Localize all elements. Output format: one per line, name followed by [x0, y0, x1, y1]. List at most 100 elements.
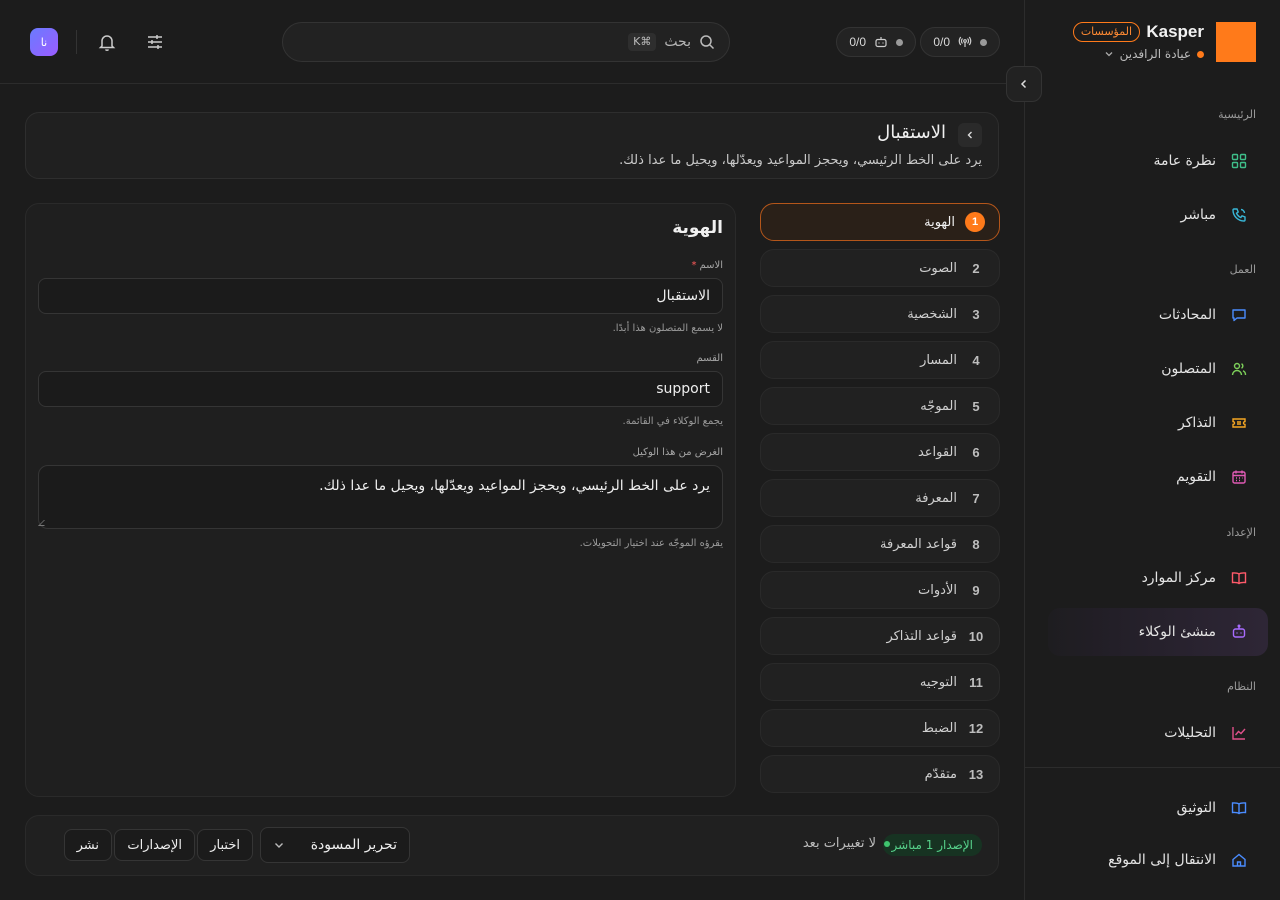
- name-field[interactable]: الاستقبال: [38, 278, 723, 314]
- step-prompt[interactable]: 5 الموجّه: [760, 387, 1000, 425]
- live-calls-stat[interactable]: 0/0: [920, 27, 1000, 57]
- department-field[interactable]: support: [38, 371, 723, 407]
- sidebar-item-resources[interactable]: مركز الموارد: [1048, 554, 1268, 602]
- step-number: 13: [968, 766, 984, 782]
- nav-section-setup: الإعداد: [1226, 526, 1256, 539]
- chevron-right-icon: [965, 130, 975, 140]
- search-shortcut: ⌘K: [628, 33, 657, 51]
- draft-select[interactable]: تحرير المسودة: [260, 827, 410, 863]
- sidebar-item-conversations[interactable]: المحادثات: [1048, 291, 1268, 339]
- step-label: القواعد: [917, 444, 957, 460]
- home-icon: [1230, 851, 1248, 869]
- step-ticket-rules[interactable]: 10 قواعد التذاكر: [760, 617, 1000, 655]
- step-tuning[interactable]: 12 الضبط: [760, 709, 1000, 747]
- sidebar-item-label: التوثيق: [1176, 800, 1216, 816]
- step-label: الهوية: [924, 214, 955, 230]
- sidebar-item-go-to-site[interactable]: الانتقال إلى الموقع: [1048, 836, 1268, 884]
- status-dot: [896, 38, 903, 46]
- step-number: 10: [968, 628, 984, 644]
- users-icon: [1230, 360, 1248, 378]
- back-button[interactable]: [958, 123, 982, 147]
- sidebar-item-label: مباشر: [1180, 207, 1216, 223]
- page-title: الاستقبال: [877, 122, 946, 143]
- sidebar-item-docs[interactable]: التوثيق: [1048, 784, 1268, 832]
- draft-select-value: تحرير المسودة: [310, 837, 397, 853]
- sidebar-item-overview[interactable]: نظرة عامة: [1048, 137, 1268, 185]
- versions-button[interactable]: الإصدارات: [114, 829, 195, 861]
- sidebar-item-tickets[interactable]: التذاكر: [1048, 399, 1268, 447]
- step-label: الأدوات: [918, 582, 957, 598]
- notifications-button[interactable]: [95, 30, 119, 54]
- sidebar-item-label: المحادثات: [1158, 307, 1216, 323]
- avatar[interactable]: نا: [30, 28, 58, 56]
- step-number: 6: [972, 444, 980, 460]
- publish-button[interactable]: نشر: [63, 829, 112, 861]
- purpose-textarea[interactable]: يرد على الخط الرئيسي، ويحجز المواعيد ويع…: [38, 465, 723, 529]
- bell-icon: [97, 32, 117, 52]
- step-routing[interactable]: 11 التوجيه: [760, 663, 1000, 701]
- step-number: 12: [968, 720, 984, 736]
- broadcast-icon: [958, 35, 972, 49]
- step-number: 3: [972, 306, 980, 322]
- sidebar-item-label: نظرة عامة: [1153, 153, 1216, 169]
- chat-icon: [1230, 306, 1248, 324]
- stat-value: 0/0: [933, 35, 950, 49]
- sidebar: Kasper المؤسسات عيادة الرافدين الرئيسية …: [1006, 0, 1280, 900]
- sidebar-item-label: مركز الموارد: [1141, 570, 1216, 586]
- chevron-left-icon: [1018, 78, 1030, 90]
- sidebar-item-label: منشئ الوكلاء: [1138, 624, 1216, 640]
- search-icon: [699, 34, 715, 50]
- department-help: يجمع الوكلاء في القائمة.: [622, 416, 723, 427]
- sidebar-item-label: المتصلون: [1161, 361, 1216, 377]
- org-switcher[interactable]: عيادة الرافدين: [1104, 47, 1204, 61]
- chart-icon: [1230, 724, 1248, 742]
- status-text: لا تغييرات بعد: [802, 836, 876, 851]
- section-title: الهوية: [672, 218, 723, 238]
- step-number: 7: [972, 490, 980, 506]
- nav-section-work: العمل: [1229, 263, 1256, 276]
- step-tools[interactable]: 9 الأدوات: [760, 571, 1000, 609]
- step-number: 5: [972, 398, 980, 414]
- step-knowledge-bases[interactable]: 8 قواعد المعرفة: [760, 525, 1000, 563]
- resize-handle[interactable]: [38, 520, 50, 526]
- sidebar-item-calendar[interactable]: التقويم: [1048, 453, 1268, 501]
- step-label: التوجيه: [919, 674, 957, 690]
- publish-bar: الإصدار 1 مباشر لا تغييرات بعد تحرير الم…: [25, 815, 999, 876]
- stat-value: 0/0: [849, 35, 866, 49]
- step-persona[interactable]: 3 الشخصية: [760, 295, 1000, 333]
- step-number: 1: [965, 212, 985, 232]
- sidebar-collapse-button[interactable]: [1006, 66, 1042, 102]
- agent-header: الاستقبال يرد على الخط الرئيسي، ويحجز ال…: [25, 112, 999, 179]
- name-help: لا يسمع المتصلون هذا أبدًا.: [612, 323, 723, 334]
- org-status-dot: [1197, 50, 1204, 58]
- book-icon: [1230, 569, 1248, 587]
- step-path[interactable]: 4 المسار: [760, 341, 1000, 379]
- step-rules[interactable]: 6 القواعد: [760, 433, 1000, 471]
- step-number: 4: [972, 352, 980, 368]
- step-number: 11: [969, 674, 983, 690]
- step-advanced[interactable]: 13 متقدّم: [760, 755, 1000, 793]
- org-name: عيادة الرافدين: [1119, 47, 1191, 61]
- docs-icon: [1230, 799, 1248, 817]
- agents-stat[interactable]: 0/0: [836, 27, 916, 57]
- search-placeholder: بحث: [664, 34, 691, 50]
- page-description: يرد على الخط الرئيسي، ويحجز المواعيد ويع…: [619, 153, 982, 168]
- topbar-divider: [76, 30, 77, 54]
- sidebar-item-callers[interactable]: المتصلون: [1048, 345, 1268, 393]
- sidebar-item-label: التذاكر: [1177, 415, 1216, 431]
- step-identity[interactable]: 1 الهوية: [760, 203, 1000, 241]
- purpose-label: الغرض من هذا الوكيل: [632, 447, 723, 458]
- chevron-down-icon: [1104, 49, 1114, 59]
- sidebar-item-live[interactable]: مباشر: [1048, 191, 1268, 239]
- search-input[interactable]: بحث ⌘K: [282, 22, 730, 62]
- bot-icon: [874, 35, 888, 49]
- step-knowledge[interactable]: 7 المعرفة: [760, 479, 1000, 517]
- sidebar-item-analytics[interactable]: التحليلات: [1048, 709, 1268, 757]
- purpose-text: يرد على الخط الرئيسي، ويحجز المواعيد ويع…: [319, 478, 710, 494]
- filters-button[interactable]: [143, 30, 167, 54]
- step-voice[interactable]: 2 الصوت: [760, 249, 1000, 287]
- sidebar-divider: [1025, 767, 1280, 768]
- sidebar-item-agent-builder[interactable]: منشئ الوكلاء: [1048, 608, 1268, 656]
- test-button[interactable]: اختبار: [197, 829, 253, 861]
- brand[interactable]: Kasper المؤسسات عيادة الرافدين: [1060, 22, 1256, 62]
